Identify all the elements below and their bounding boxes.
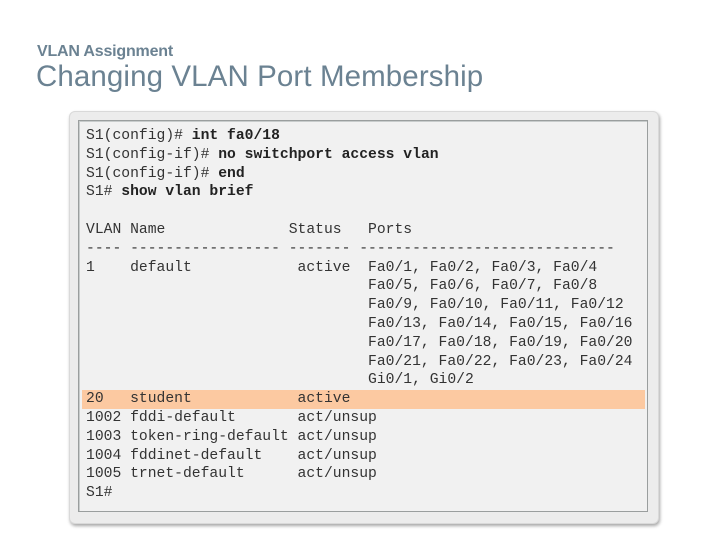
- command-line: S1(config-if)# no switchport access vlan: [86, 146, 647, 165]
- command: end: [218, 165, 245, 182]
- table-row: 1 default active Fa0/1, Fa0/2, Fa0/3, Fa…: [86, 259, 598, 276]
- console-frame: S1(config)# int fa0/18 S1(config-if)# no…: [69, 111, 659, 524]
- prompt: S1(config)#: [86, 128, 192, 144]
- command: no switchport access vlan: [218, 146, 439, 163]
- final-prompt: S1#: [86, 485, 113, 502]
- command-line: S1(config-if)# end: [86, 165, 647, 184]
- table-header: VLAN Name Status Ports: [86, 221, 413, 238]
- table-row: Fa0/9, Fa0/10, Fa0/11, Fa0/12: [86, 297, 624, 314]
- table-row: 1004 fddinet-default act/unsup: [86, 447, 377, 464]
- prompt: S1(config-if)#: [86, 165, 219, 182]
- table-row: Fa0/13, Fa0/14, Fa0/15, Fa0/16: [86, 315, 633, 332]
- command: int fa0/18: [191, 128, 280, 144]
- page-title: Changing VLAN Port Membership: [36, 60, 484, 93]
- table-row-highlighted: 20 student active: [82, 390, 647, 409]
- table-row: 1002 fddi-default act/unsup: [86, 409, 377, 426]
- console-output: S1(config)# int fa0/18 S1(config-if)# no…: [78, 120, 648, 512]
- table-row: Fa0/5, Fa0/6, Fa0/7, Fa0/8: [86, 278, 598, 295]
- prompt: S1(config-if)#: [86, 146, 219, 163]
- section-subtitle: VLAN Assignment: [37, 43, 173, 60]
- prompt: S1#: [86, 184, 122, 201]
- table-row: Fa0/21, Fa0/22, Fa0/23, Fa0/24: [86, 353, 633, 370]
- command-line: S1# show vlan brief: [86, 183, 647, 202]
- table-separator: ---- ----------------- ------- ---------…: [86, 240, 615, 257]
- table-row: Fa0/17, Fa0/18, Fa0/19, Fa0/20: [86, 334, 633, 351]
- table-row: 1005 trnet-default act/unsup: [86, 466, 377, 483]
- command-line: S1(config)# int fa0/18: [86, 127, 647, 146]
- table-row: Gi0/1, Gi0/2: [86, 372, 474, 389]
- table-row: 1003 token-ring-default act/unsup: [86, 428, 377, 445]
- command: show vlan brief: [121, 184, 254, 201]
